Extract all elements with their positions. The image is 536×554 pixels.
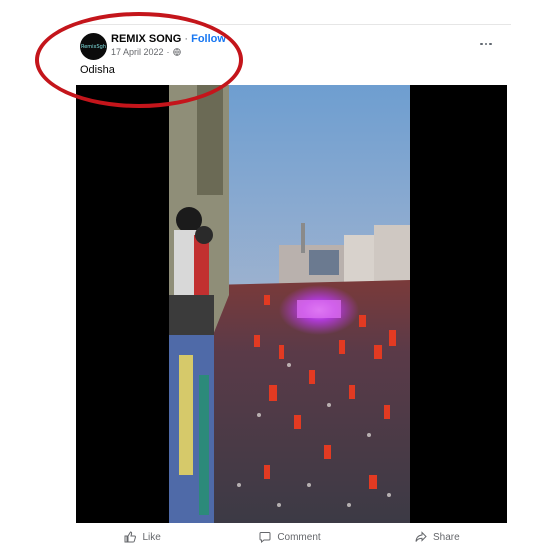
comment-button[interactable]: Comment bbox=[216, 527, 363, 547]
like-label: Like bbox=[142, 531, 161, 543]
thumbs-up-icon bbox=[124, 531, 137, 543]
share-label: Share bbox=[432, 531, 460, 543]
post-video[interactable] bbox=[76, 85, 507, 523]
share-icon bbox=[415, 531, 427, 542]
comment-label: Comment bbox=[277, 531, 321, 543]
share-button[interactable]: Share bbox=[364, 527, 511, 547]
video-frame bbox=[169, 85, 410, 523]
like-button[interactable]: Like bbox=[69, 527, 216, 547]
crowd-video-image bbox=[169, 85, 410, 523]
comment-icon bbox=[259, 532, 271, 543]
action-bar: Like Comment Share bbox=[69, 527, 511, 547]
annotation-ellipse bbox=[35, 12, 243, 108]
ellipsis-icon[interactable] bbox=[480, 39, 494, 49]
